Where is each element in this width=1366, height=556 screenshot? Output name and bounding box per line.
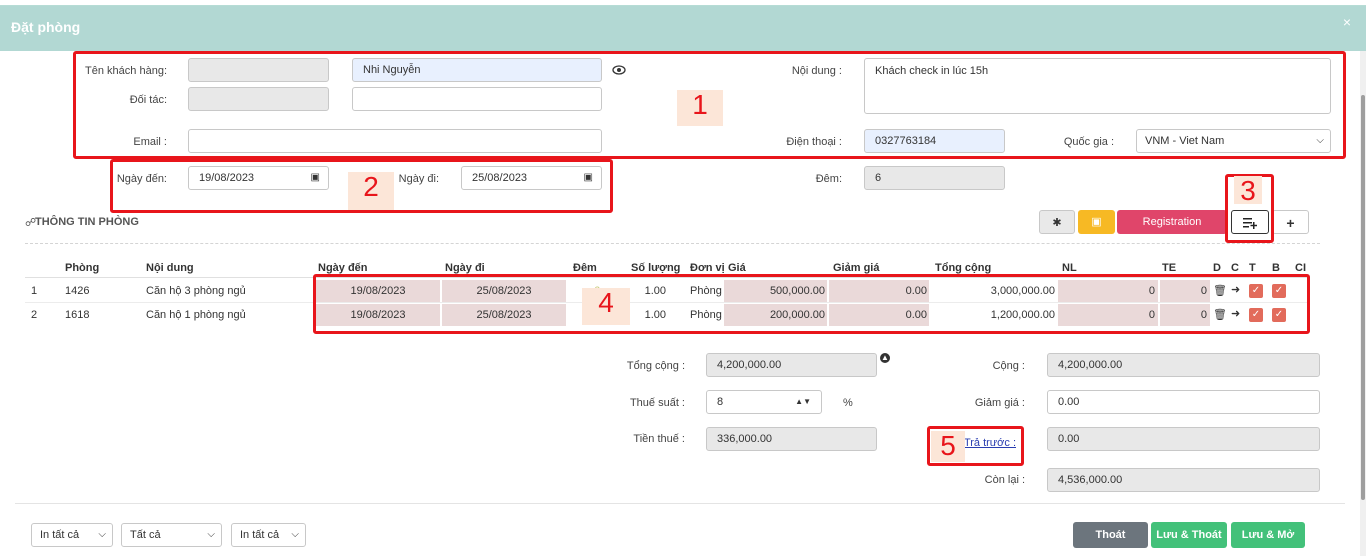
col-b: B xyxy=(1272,262,1280,274)
registration-button[interactable]: Registration xyxy=(1117,210,1227,234)
footer-divider xyxy=(15,503,1345,504)
bug-button[interactable]: ✱ xyxy=(1039,210,1075,234)
tax-rate-value: 8 xyxy=(717,396,724,408)
col-ci: CI xyxy=(1295,262,1306,274)
row-index: 2 xyxy=(31,309,38,321)
tax-rate-label: Thuế suất : xyxy=(629,397,685,409)
col-nl: NL xyxy=(1062,262,1077,274)
tax-amount-label: Tiền thuế : xyxy=(633,433,685,445)
col-nights: Đêm xyxy=(573,262,597,274)
discount-input[interactable]: 0.00 xyxy=(1047,390,1320,414)
col-content: Nội dung xyxy=(146,262,194,274)
bug-icon: ✱ xyxy=(1052,217,1062,229)
col-unit: Đơn vị xyxy=(690,262,725,274)
annotation-number-5: 5 xyxy=(931,431,965,462)
modal-header: Đặt phòng × xyxy=(0,6,1366,51)
row-index: 1 xyxy=(31,285,38,297)
close-icon[interactable]: × xyxy=(1340,15,1354,29)
room-description: Căn hộ 3 phòng ngủ xyxy=(146,285,246,297)
nights-label: Đêm: xyxy=(815,173,842,185)
modal-title: Đặt phòng xyxy=(11,19,81,35)
exit-button[interactable]: Thoát xyxy=(1073,522,1148,548)
prepaid-input: 0.00 xyxy=(1047,427,1320,451)
briefcase-button[interactable]: ▣ xyxy=(1078,210,1115,234)
tax-rate-input[interactable]: 8 ▲▼ xyxy=(706,390,822,414)
col-arrival: Ngày đến xyxy=(318,262,368,274)
annotation-number-1: 1 xyxy=(677,90,723,126)
nights-input: 6 xyxy=(864,166,1005,190)
annotation-box-4 xyxy=(313,274,1310,334)
plus-button[interactable]: + xyxy=(1272,210,1309,234)
annotation-number-2: 2 xyxy=(348,172,394,210)
col-d: D xyxy=(1213,262,1221,274)
remaining-label: Còn lại : xyxy=(984,474,1025,486)
chevron-down-icon: ⌵ xyxy=(291,529,299,540)
chevron-down-icon: ⌵ xyxy=(98,529,106,540)
tax-amount-input: 336,000.00 xyxy=(706,427,877,451)
col-price: Giá xyxy=(728,262,746,274)
all-filter-select[interactable]: Tất cả ⌵ xyxy=(121,523,222,547)
remaining-input: 4,536,000.00 xyxy=(1047,468,1320,492)
col-departure: Ngày đi xyxy=(445,262,485,274)
divider xyxy=(25,243,1320,244)
col-te: TE xyxy=(1162,262,1177,274)
scrollbar-thumb[interactable] xyxy=(1361,95,1365,500)
discount-label: Giảm giá : xyxy=(974,397,1025,409)
annotation-number-3: 3 xyxy=(1234,176,1262,206)
room-number: 1426 xyxy=(65,285,90,297)
save-exit-button[interactable]: Lưu & Thoát xyxy=(1151,522,1227,548)
col-t: T xyxy=(1249,262,1256,274)
chevron-down-icon: ⌵ xyxy=(207,529,215,540)
total-input: 4,200,000.00 xyxy=(706,353,877,377)
room-description: Căn hộ 1 phòng ngủ xyxy=(146,309,246,321)
print-filter-value-2: In tất cả xyxy=(240,529,280,541)
section-title: THÔNG TIN PHÒNG xyxy=(35,216,139,228)
print-filter-select[interactable]: In tất cả ⌵ xyxy=(31,523,113,547)
print-filter-select-2[interactable]: In tất cả ⌵ xyxy=(231,523,306,547)
briefcase-icon: ▣ xyxy=(1091,216,1102,228)
sum-input: 4,200,000.00 xyxy=(1047,353,1320,377)
all-filter-value: Tất cả xyxy=(130,529,161,541)
percent-label: % xyxy=(843,397,853,409)
annotation-number-4: 4 xyxy=(582,288,630,325)
col-c: C xyxy=(1231,262,1239,274)
col-room: Phòng xyxy=(65,262,100,274)
room-number: 1618 xyxy=(65,309,90,321)
total-label: Tổng cộng : xyxy=(626,360,685,372)
arrow-up-circle-icon[interactable]: ▲ xyxy=(880,353,890,363)
sum-label: Cộng : xyxy=(992,360,1025,372)
col-discount: Giảm giá xyxy=(833,262,880,274)
spinner-icon[interactable]: ▲▼ xyxy=(795,391,811,413)
print-filter-value: In tất cả xyxy=(40,529,80,541)
col-total: Tổng cộng xyxy=(935,262,992,274)
col-qty: Số lượng xyxy=(631,262,681,274)
save-open-button[interactable]: Lưu & Mở xyxy=(1231,522,1305,548)
